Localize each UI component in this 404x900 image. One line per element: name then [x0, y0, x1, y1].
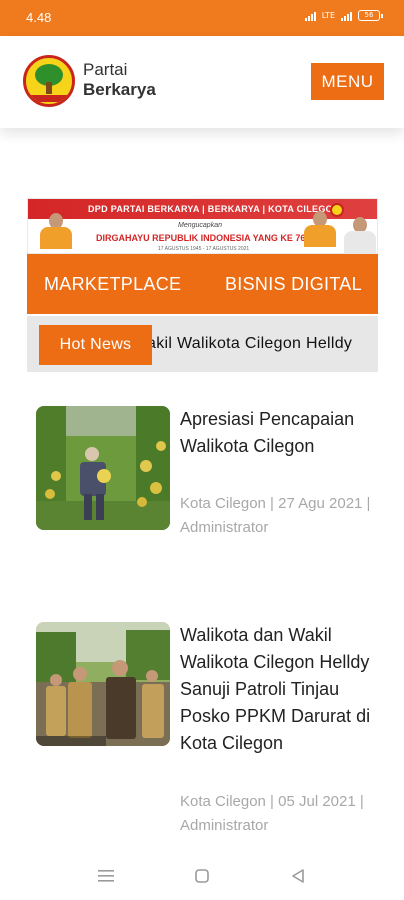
status-time: 4.48 [26, 10, 52, 25]
hot-news-label: Hot News [39, 325, 152, 365]
melon-farm-photo[interactable] [36, 406, 170, 530]
article-title[interactable]: Apresiasi Pencapaian Walikota Cilegon [180, 406, 380, 460]
system-navigation-bar [0, 852, 404, 900]
status-bar: 4.48 LTE 56 [0, 0, 404, 36]
back-triangle-icon[interactable] [288, 866, 308, 886]
network-type: LTE [321, 10, 335, 20]
banner-subtitle: Mengucapkan [178, 222, 222, 229]
hot-news-ticker[interactable]: akil Walikota Cilegon Helldy [147, 335, 352, 353]
brand-line-1: Partai [83, 60, 128, 79]
signal-icon [304, 10, 316, 21]
article-card[interactable]: Apresiasi Pencapaian Walikota Cilegon Ko… [36, 406, 381, 546]
site-header: Partai Berkarya MENU [0, 36, 404, 128]
banner-person-right [304, 211, 336, 253]
partai-berkarya-logo-icon[interactable] [23, 55, 75, 107]
battery-level: 56 [364, 11, 374, 19]
status-icons: LTE 56 [304, 10, 383, 21]
signal-icon-2 [341, 10, 352, 21]
nav-item-marketplace[interactable]: MARKETPLACE [44, 274, 181, 295]
officials-patrol-photo[interactable] [36, 622, 170, 746]
nav-item-bisnis-digital[interactable]: BISNIS DIGITAL [225, 274, 362, 295]
banner-person-left [40, 213, 72, 253]
banner-dates: 17 AGUSTUS 1945 - 17 AGUSTUS 2021 [158, 246, 250, 252]
article-card[interactable]: Walikota dan Wakil Walikota Cilegon Hell… [36, 622, 381, 842]
banner-title: DPD PARTAI BERKARYA | BERKARYA | KOTA CI… [88, 204, 340, 214]
category-nav: MARKETPLACE BISNIS DIGITAL [27, 254, 378, 314]
independence-day-banner[interactable]: DPD PARTAI BERKARYA | BERKARYA | KOTA CI… [27, 198, 378, 254]
menu-button[interactable]: MENU [311, 63, 384, 100]
brand-line-2: Berkarya [83, 80, 156, 99]
brand-name[interactable]: Partai Berkarya [83, 60, 156, 100]
menu-lines-icon[interactable] [96, 866, 116, 886]
article-meta: Kota Cilegon | 27 Agu 2021 | Administrat… [180, 495, 371, 536]
home-square-icon[interactable] [192, 866, 212, 886]
melon-farm-image [36, 406, 170, 530]
banner-person-far-right [344, 217, 376, 253]
battery-icon: 56 [358, 10, 383, 21]
article-title[interactable]: Walikota dan Wakil Walikota Cilegon Hell… [180, 622, 380, 757]
officials-patrol-image [36, 622, 170, 746]
party-emblem-icon [330, 203, 344, 217]
banner-greeting: DIRGAHAYU REPUBLIK INDONESIA YANG KE 76 [96, 233, 306, 243]
article-meta: Kota Cilegon | 05 Jul 2021 | Administrat… [180, 793, 364, 834]
hot-news-bar: akil Walikota Cilegon Helldy Hot News [27, 316, 378, 372]
